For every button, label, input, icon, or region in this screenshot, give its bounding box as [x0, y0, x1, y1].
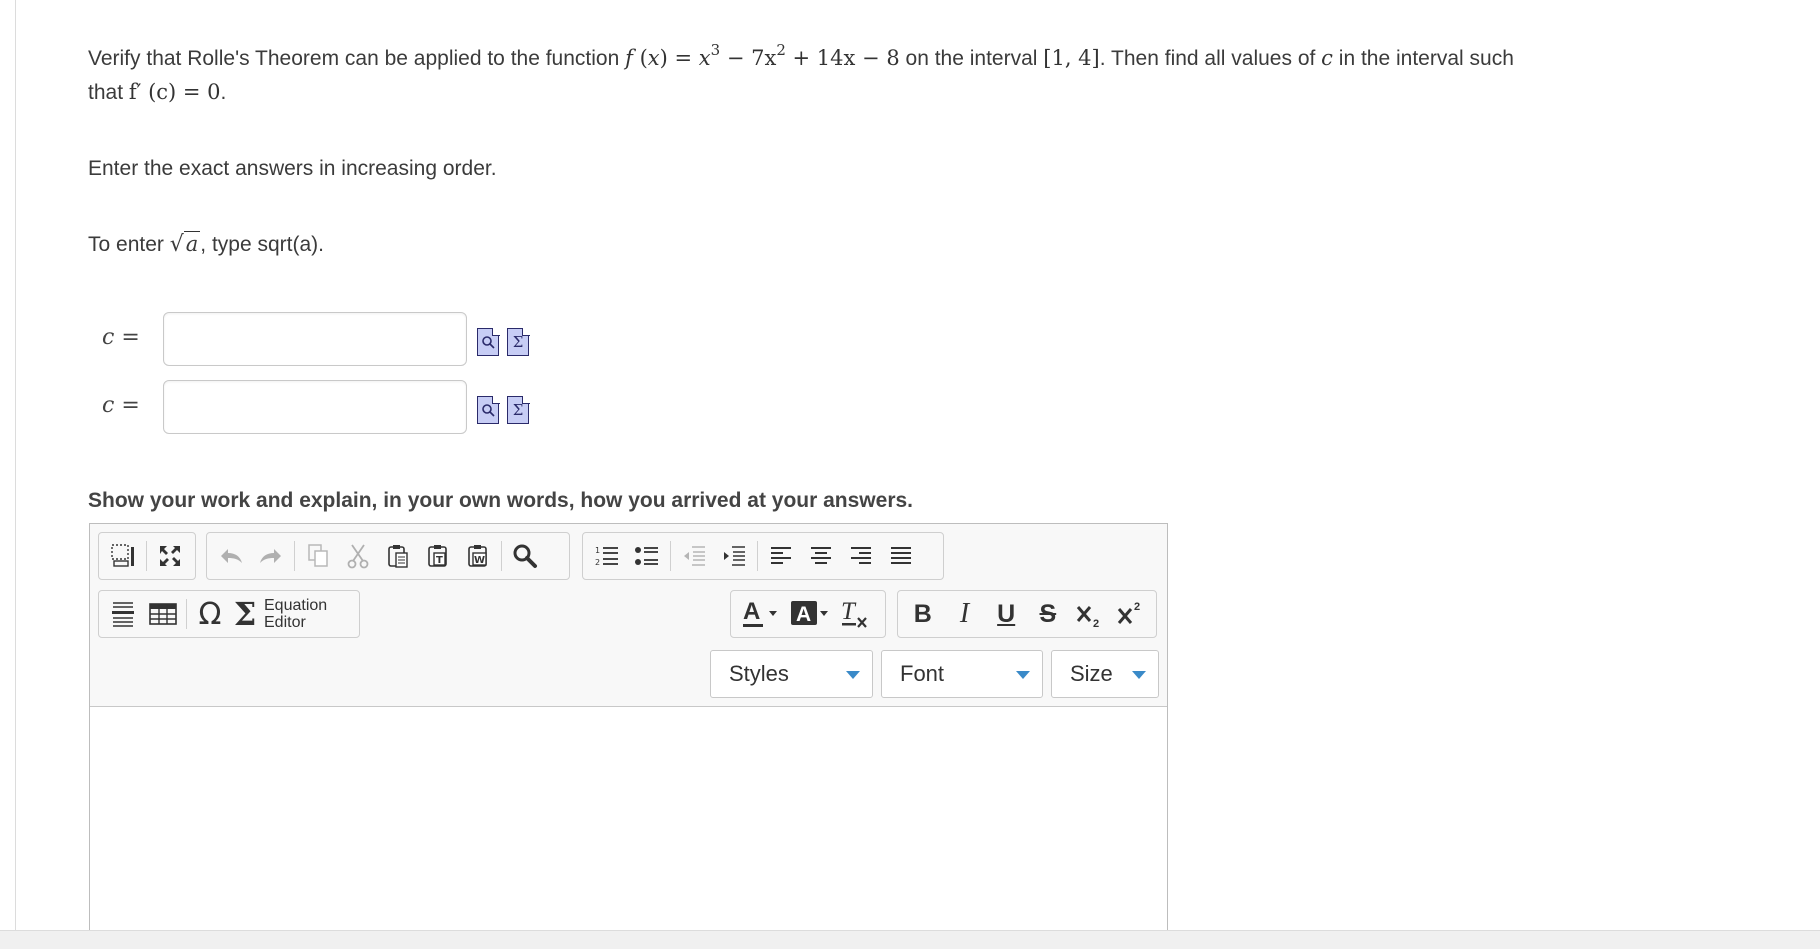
align-justify-icon[interactable] [881, 536, 921, 576]
toolbar-group-colors: A A T [730, 590, 886, 638]
align-center-icon[interactable] [801, 536, 841, 576]
left-rule [15, 0, 16, 930]
copy-icon[interactable] [298, 536, 338, 576]
remove-format-icon[interactable]: T [835, 594, 875, 634]
svg-text:1: 1 [595, 546, 600, 555]
styles-dropdown-label: Styles [729, 661, 789, 686]
equation-sigma-icon[interactable]: Σ [507, 395, 530, 424]
answer-input-2[interactable] [163, 380, 467, 434]
question-text-line2: that f′ (c) = 0. [88, 80, 227, 104]
svg-text:W: W [474, 555, 485, 566]
svg-text:2: 2 [595, 558, 600, 567]
preview-icon[interactable] [477, 395, 500, 424]
numbered-list-icon[interactable]: 12 [587, 536, 627, 576]
answer-label-2: c = [102, 393, 140, 418]
toolbar-group-basic-styles: B I U S 2 2 [897, 590, 1157, 638]
align-left-icon[interactable] [761, 536, 801, 576]
size-dropdown-label: Size [1070, 661, 1113, 686]
chevron-down-icon [846, 671, 860, 679]
superscript-icon[interactable]: 2 [1110, 594, 1152, 634]
italic-icon[interactable]: I [944, 594, 986, 634]
equation-editor-button[interactable]: Equation Editor [264, 597, 327, 631]
svg-text:2: 2 [1134, 601, 1140, 613]
svg-text:T: T [436, 555, 443, 566]
table-icon[interactable] [143, 594, 183, 634]
function-expression: f (x) = x3 − 7x2 + 14x − 8 [625, 41, 900, 71]
size-dropdown[interactable]: Size [1051, 650, 1159, 698]
svg-text:T: T [841, 598, 857, 625]
svg-text:A: A [796, 603, 811, 626]
toolbar-group-insert: Ω Σ Equation Editor [98, 590, 360, 638]
subscript-icon[interactable]: 2 [1069, 594, 1111, 634]
answer-input-1[interactable] [163, 312, 467, 366]
paste-word-icon[interactable]: W [458, 536, 498, 576]
equation-editor-sigma-icon[interactable]: Σ [230, 594, 260, 634]
undo-icon[interactable] [211, 536, 251, 576]
question-text: Verify that Rolle's Theorem can be appli… [88, 41, 1514, 71]
preview-icon[interactable] [477, 327, 500, 356]
indent-icon[interactable] [714, 536, 754, 576]
editor-body[interactable] [90, 708, 1167, 947]
toolbar-group-paragraph: 12 [582, 532, 944, 580]
show-blocks-icon[interactable] [103, 536, 143, 576]
find-search-icon[interactable] [505, 536, 545, 576]
interval: [1, 4] [1043, 46, 1100, 70]
horizontal-rule-icon[interactable] [103, 594, 143, 634]
font-dropdown-label: Font [900, 661, 945, 686]
outdent-icon[interactable] [674, 536, 714, 576]
chevron-down-icon [1016, 671, 1030, 679]
equation-sigma-icon[interactable]: Σ [507, 327, 530, 356]
redo-icon[interactable] [251, 536, 291, 576]
align-right-icon[interactable] [841, 536, 881, 576]
text-color-icon[interactable]: A [735, 594, 785, 634]
derivative-condition: f′ (c) = 0 [128, 80, 221, 104]
styles-dropdown[interactable]: Styles [710, 650, 873, 698]
svg-text:A: A [743, 598, 760, 625]
paste-icon[interactable] [378, 536, 418, 576]
svg-text:2: 2 [1093, 618, 1099, 629]
cut-icon[interactable] [338, 536, 378, 576]
paste-text-icon[interactable]: T [418, 536, 458, 576]
font-dropdown[interactable]: Font [881, 650, 1043, 698]
question-intro: Verify that Rolle's Theorem can be appli… [88, 47, 626, 70]
underline-icon[interactable]: U [985, 594, 1027, 634]
sqrt-instruction: To enter √a, type sqrt(a). [88, 231, 324, 257]
chevron-down-icon [1132, 671, 1146, 679]
maximize-icon[interactable] [150, 536, 190, 576]
exact-instruction: Enter the exact answers in increasing or… [88, 157, 497, 180]
sqrt-symbol: √ [169, 232, 184, 257]
toolbar-group-clipboard: T W [206, 532, 570, 580]
bottom-bar [0, 930, 1820, 949]
background-color-icon[interactable]: A [785, 594, 835, 634]
answer-label-1: c = [102, 325, 140, 350]
work-prompt: Show your work and explain, in your own … [88, 489, 913, 512]
rich-text-editor [89, 523, 1168, 948]
bold-icon[interactable]: B [902, 594, 944, 634]
special-character-omega-icon[interactable]: Ω [190, 594, 230, 634]
toolbar-group-document [98, 532, 196, 580]
bulleted-list-icon[interactable] [627, 536, 667, 576]
strikethrough-icon[interactable]: S [1027, 594, 1069, 634]
